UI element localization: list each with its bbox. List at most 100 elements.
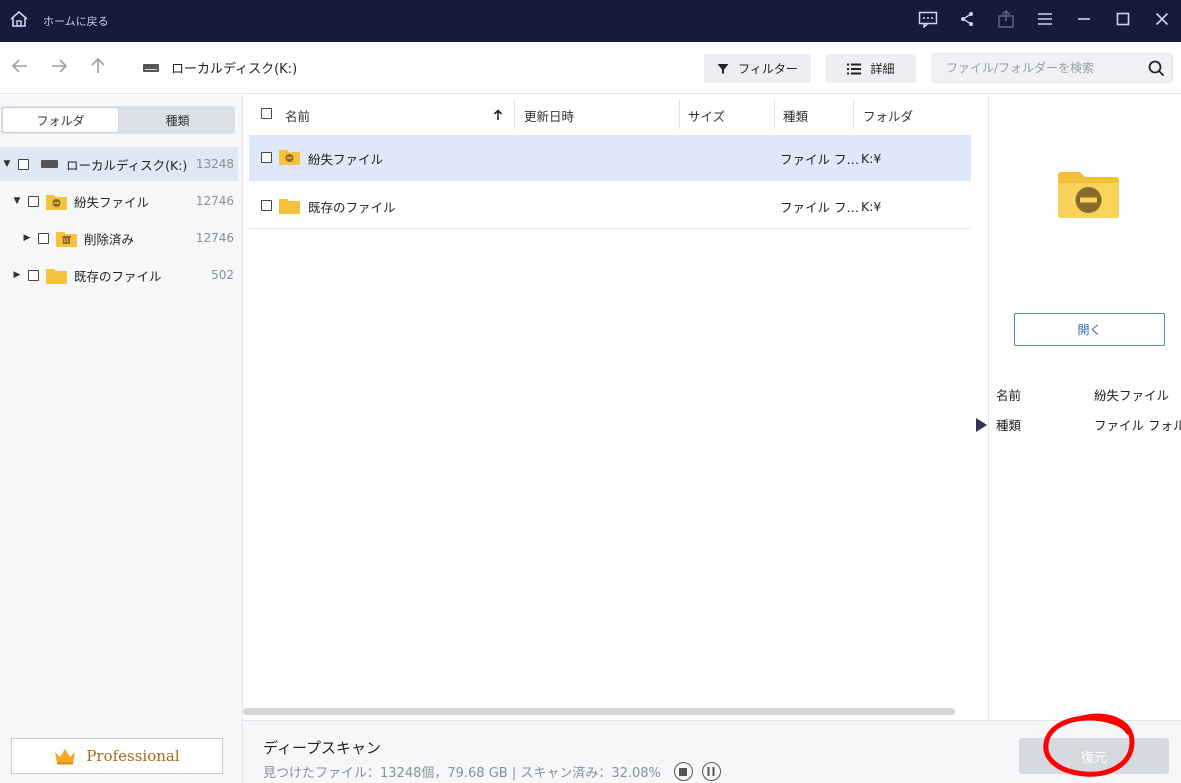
feedback-button[interactable] (908, 0, 947, 42)
stop-icon (679, 767, 688, 776)
lost-folder-icon (279, 148, 300, 165)
tree-checkbox[interactable] (28, 195, 39, 207)
collapse-panel-icon[interactable] (976, 418, 987, 432)
row-divider (249, 228, 971, 229)
tree-item-local-disk[interactable]: ▼ ローカルディスク(K:) 13248 (0, 147, 238, 181)
column-divider[interactable] (853, 99, 854, 129)
expand-arrow-icon[interactable]: ▼ (12, 196, 22, 206)
tree-item-label: 紛失ファイル (74, 194, 150, 210)
scan-stats: 見つけたファイル：13248個，79.68 GB | スキャン済み：32.08% (263, 762, 721, 781)
row-name: 紛失ファイル (308, 151, 384, 167)
professional-button[interactable]: Professional (11, 738, 223, 774)
view-tabs: フォルダ 種類 (1, 106, 235, 134)
tree-checkbox[interactable] (28, 269, 39, 281)
close-icon (1155, 12, 1169, 30)
title-bar: ホームに戻る (0, 0, 1181, 42)
export-button[interactable] (986, 0, 1025, 42)
details-label: 詳細 (870, 62, 895, 76)
expand-arrow-icon[interactable]: ▶ (12, 270, 22, 280)
pause-icon (707, 767, 715, 776)
detail-panel: 開く 名前 紛失ファイル 種類 ファイル フォルダー (976, 95, 1181, 720)
share-button[interactable] (947, 0, 986, 42)
trash-folder-icon (56, 230, 77, 247)
detail-name-value: 紛失ファイル (1094, 388, 1170, 403)
tree-checkbox[interactable] (38, 232, 49, 244)
status-bar: ディープスキャン 見つけたファイル：13248個，79.68 GB | スキャン… (243, 720, 1181, 783)
search-input[interactable] (933, 54, 1133, 82)
maximize-button[interactable] (1103, 0, 1142, 42)
stop-button[interactable] (673, 762, 693, 781)
hamburger-icon (1037, 12, 1053, 30)
column-folder[interactable]: フォルダ (863, 106, 913, 125)
filter-button[interactable]: フィルター (704, 54, 811, 83)
up-button[interactable] (86, 56, 110, 80)
pause-button[interactable] (701, 762, 721, 781)
sort-ascending-icon[interactable] (493, 109, 503, 121)
message-icon (918, 11, 938, 32)
search-icon[interactable] (1148, 60, 1165, 81)
filter-label: フィルター (738, 62, 798, 76)
column-size[interactable]: サイズ (688, 106, 725, 125)
filter-icon (717, 63, 729, 75)
close-button[interactable] (1142, 0, 1181, 42)
home-button[interactable]: ホームに戻る (0, 0, 109, 42)
row-type: ファイル フ… (780, 199, 859, 215)
tree-item-label: ローカルディスク(K:) (66, 157, 188, 173)
arrow-up-icon (90, 57, 106, 79)
list-icon (847, 63, 862, 75)
crown-icon (54, 748, 76, 765)
forward-button[interactable] (47, 56, 71, 80)
list-header: 名前 更新日時 サイズ 種類 フォルダ (249, 95, 971, 135)
search-box (932, 53, 1173, 83)
expand-arrow-icon[interactable]: ▼ (2, 159, 12, 169)
disk-icon (41, 160, 58, 168)
file-list: 名前 更新日時 サイズ 種類 フォルダ 紛失ファイル ファイル フ… K:¥ 既… (243, 95, 988, 720)
column-divider[interactable] (514, 99, 515, 129)
column-name[interactable]: 名前 (285, 106, 310, 125)
breadcrumb-label: ローカルディスク(K:) (171, 62, 298, 77)
tree-item-label: 削除済み (84, 231, 135, 247)
column-date[interactable]: 更新日時 (524, 106, 574, 125)
folder-tree-panel: フォルダ 種類 ▼ ローカルディスク(K:) 13248 ▼ 紛失ファイル 12… (0, 95, 243, 783)
minimize-button[interactable] (1064, 0, 1103, 42)
scan-title: ディープスキャン (263, 739, 382, 757)
share-icon (959, 11, 975, 31)
back-button[interactable] (8, 56, 32, 80)
lost-folder-preview-icon (1058, 171, 1119, 218)
lost-folder-icon (46, 193, 67, 210)
table-row[interactable]: 紛失ファイル ファイル フ… K:¥ (249, 135, 971, 181)
recover-button[interactable]: 復元 (1019, 738, 1169, 774)
row-checkbox[interactable] (261, 152, 272, 163)
column-divider[interactable] (679, 99, 680, 129)
tree-item-lost-files[interactable]: ▼ 紛失ファイル 12746 (0, 184, 238, 218)
tab-folder[interactable]: フォルダ (2, 107, 119, 133)
home-icon (9, 10, 29, 32)
tree-item-count: 13248 (195, 157, 234, 171)
disk-icon (143, 63, 159, 72)
row-folder: K:¥ (861, 150, 882, 166)
open-button[interactable]: 開く (1014, 313, 1165, 346)
tree-checkbox[interactable] (18, 158, 29, 170)
tree-item-count: 502 (211, 268, 234, 282)
tab-type[interactable]: 種類 (120, 106, 235, 134)
folder-icon (279, 197, 300, 214)
arrow-left-icon (11, 58, 29, 78)
upload-icon (997, 9, 1015, 32)
select-all-checkbox[interactable] (261, 108, 272, 119)
expand-arrow-icon[interactable]: ▶ (22, 233, 32, 243)
table-row[interactable]: 既存のファイル ファイル フ… K:¥ (249, 183, 971, 229)
horizontal-scrollbar[interactable] (243, 708, 955, 715)
row-checkbox[interactable] (261, 200, 272, 211)
minimize-icon (1077, 12, 1091, 30)
breadcrumb: ローカルディスク(K:) (143, 58, 297, 77)
details-button[interactable]: 詳細 (826, 54, 916, 83)
tree-item-existing-files[interactable]: ▶ 既存のファイル 502 (0, 258, 238, 292)
column-divider[interactable] (774, 99, 775, 129)
column-type[interactable]: 種類 (783, 106, 808, 125)
menu-button[interactable] (1025, 0, 1064, 42)
tree-item-count: 12746 (195, 231, 234, 245)
tree-item-deleted[interactable]: ▶ 削除済み 12746 (0, 221, 238, 255)
toolbar: ローカルディスク(K:) フィルター 詳細 (0, 42, 1181, 94)
tree-item-label: 既存のファイル (74, 268, 162, 284)
scan-stats-text: 見つけたファイル：13248個，79.68 GB | スキャン済み：32.08% (263, 766, 661, 781)
